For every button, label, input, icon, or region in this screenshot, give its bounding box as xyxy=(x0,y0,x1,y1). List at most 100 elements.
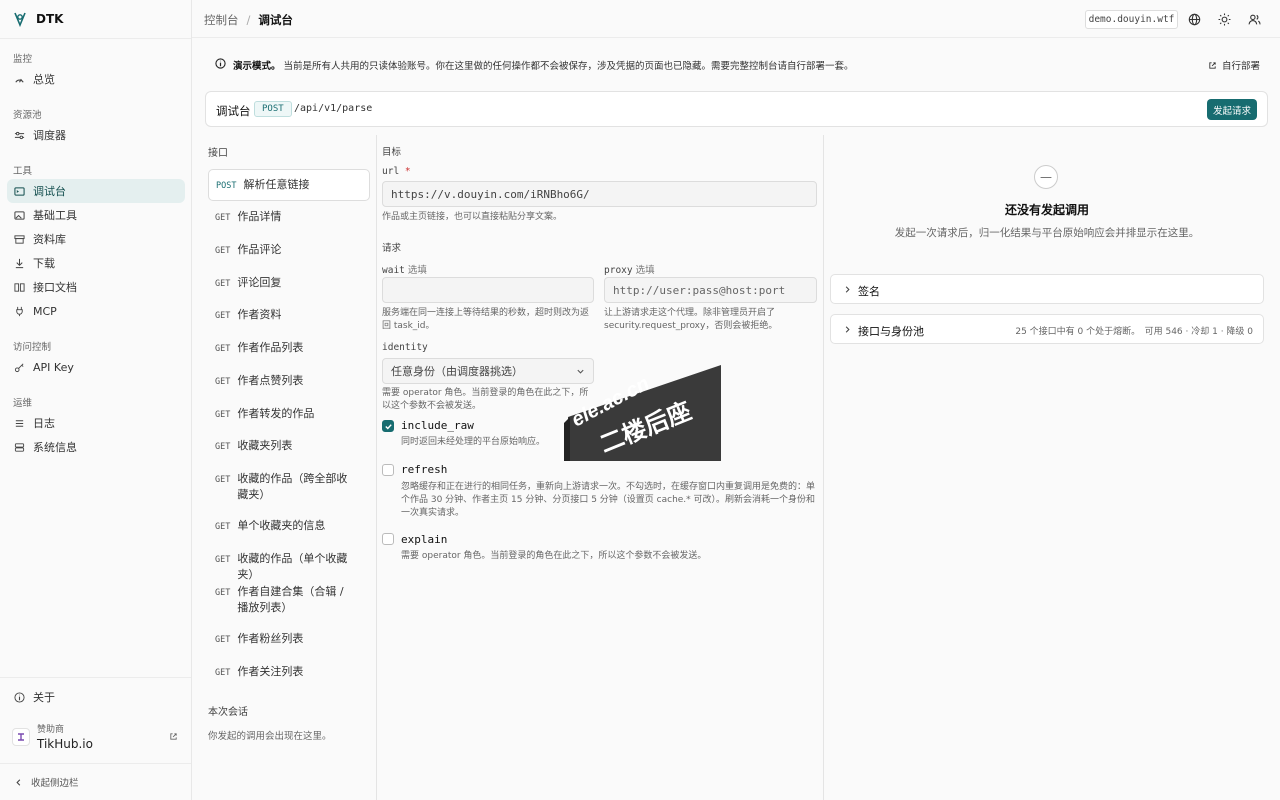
proxy-label: proxy 选填 xyxy=(604,262,655,276)
archive-icon xyxy=(14,234,25,244)
endpoint-method: GET xyxy=(215,279,231,289)
required-mark: * xyxy=(404,166,411,177)
sidebar-item-download[interactable]: 下载 xyxy=(7,251,185,275)
self-deploy-label: 自行部署 xyxy=(1221,61,1260,72)
endpoint-method: GET xyxy=(215,377,231,387)
endpoint-label: 评论回复 xyxy=(237,276,282,289)
download-icon xyxy=(15,258,24,268)
section-title-monitor: 监控 xyxy=(13,54,33,65)
endpoint-item-parse[interactable]: POST 解析任意链接 xyxy=(208,169,370,201)
endpoint-item[interactable]: GET 作者作品列表 xyxy=(208,340,370,357)
endpoint-item[interactable]: GET 收藏夹列表 xyxy=(208,438,370,455)
sidebar-item-about[interactable]: 关于 xyxy=(7,685,185,709)
sidebar-item-basic-tools[interactable]: 基础工具 xyxy=(7,203,185,227)
external-link-icon xyxy=(170,733,177,740)
sidebar-item-logs[interactable]: 日志 xyxy=(7,411,185,435)
endpoint-method: GET xyxy=(215,668,231,678)
url-help: 作品或主页链接，也可以直接粘贴分享文案。 xyxy=(382,212,563,222)
endpoint-label: 作品详情 xyxy=(237,210,282,223)
endpoint-item[interactable]: GET 作者转发的作品 xyxy=(208,406,370,423)
sidebar-item-library[interactable]: 资料库 xyxy=(7,227,185,251)
sponsor-card[interactable]: 赞助商 TikHub.io xyxy=(12,722,182,754)
globe-icon[interactable] xyxy=(1188,13,1201,26)
demo-banner: 演示模式。 当前是所有人共用的只读体验账号。你在这里做的任何操作都不会被保存，涉… xyxy=(205,55,1268,73)
endpoint-item[interactable]: GET 评论回复 xyxy=(208,275,370,292)
url-input[interactable]: https://v.douyin.com/iRNBho6G/ xyxy=(382,181,817,207)
endpoint-method: POST xyxy=(216,180,237,191)
endpoint-item[interactable]: GET 收藏的作品（单个收藏夹） xyxy=(208,551,370,583)
endpoint-item[interactable]: GET 作者资料 xyxy=(208,307,370,324)
signature-title: 签名 xyxy=(858,285,880,298)
pool-status: 25 个接口中有 0 个处于熔断。 可用 546 · 冷却 1 · 降级 0 xyxy=(1015,327,1253,337)
signature-accordion[interactable]: 签名 xyxy=(830,274,1264,304)
collapse-label: 收起侧边栏 xyxy=(31,778,79,789)
sun-icon[interactable] xyxy=(1218,13,1231,26)
sidebar-item-label: MCP xyxy=(33,304,57,318)
explain-checkbox[interactable] xyxy=(382,533,394,545)
endpoint-path: /api/v1/parse xyxy=(294,103,373,114)
wait-label-text: wait xyxy=(382,265,405,276)
endpoint-method: GET xyxy=(215,522,231,532)
endpoint-item[interactable]: GET 作者自建合集（合辑 / 播放列表） xyxy=(208,584,370,616)
endpoint-list-title: 接口 xyxy=(208,148,228,159)
endpoint-item[interactable]: GET 单个收藏夹的信息 xyxy=(208,518,370,535)
book-icon xyxy=(14,282,25,292)
wait-help: 服务端在同一连接上等待结果的秒数，超时则改为返回 task_id。 xyxy=(382,308,590,331)
endpoint-item[interactable]: GET 作者粉丝列表 xyxy=(208,631,370,648)
sidebar-item-console[interactable]: 调试台 xyxy=(7,179,185,203)
collapse-sidebar-button[interactable]: 收起侧边栏 xyxy=(14,775,79,789)
users-icon[interactable] xyxy=(1248,13,1261,26)
endpoint-item[interactable]: GET 作品评论 xyxy=(208,242,370,259)
explain-help: 需要 operator 角色。当前登录的角色在此之下，所以这个参数不会被发送。 xyxy=(401,551,707,561)
sidebar-item-label: 接口文档 xyxy=(33,281,77,294)
sidebar-item-system-info[interactable]: 系统信息 xyxy=(7,435,185,459)
endpoint-method: GET xyxy=(215,344,231,354)
check-icon xyxy=(384,423,392,430)
explain-label[interactable]: explain xyxy=(401,533,447,546)
endpoint-label: 收藏夹列表 xyxy=(237,439,293,452)
endpoint-method: GET xyxy=(215,246,231,256)
sidebar-item-mcp[interactable]: MCP xyxy=(7,299,185,323)
send-request-button[interactable]: 发起请求 xyxy=(1207,99,1257,120)
pool-accordion[interactable]: 接口与身份池 25 个接口中有 0 个处于熔断。 可用 546 · 冷却 1 ·… xyxy=(830,314,1264,344)
endpoint-label: 作者资料 xyxy=(237,308,282,321)
server-icon xyxy=(14,442,25,452)
include-raw-checkbox[interactable] xyxy=(382,420,394,432)
chevron-right-icon xyxy=(845,326,850,333)
wait-input[interactable] xyxy=(382,277,594,303)
chevron-right-icon xyxy=(845,286,850,293)
app-logo[interactable]: DTK xyxy=(12,10,63,28)
demo-banner-bold: 演示模式。 xyxy=(233,61,281,72)
sidebar-item-api-key[interactable]: API Key xyxy=(7,355,185,379)
sidebar-item-scheduler[interactable]: 调度器 xyxy=(7,123,185,147)
self-deploy-link[interactable]: 自行部署 xyxy=(1208,58,1260,72)
sidebar-item-label: 总览 xyxy=(33,73,55,86)
sidebar: DTK 监控 总览 资源池 调度器 工具 调试台 基础工具 资料库 下载 接口文… xyxy=(0,0,192,800)
sidebar-item-api-docs[interactable]: 接口文档 xyxy=(7,275,185,299)
info-icon xyxy=(215,58,226,69)
endpoint-method: GET xyxy=(215,442,231,452)
pool-title: 接口与身份池 xyxy=(858,325,924,338)
breadcrumb-dashboard[interactable]: 控制台 xyxy=(204,12,239,28)
endpoint-item[interactable]: GET 作品详情 xyxy=(208,209,370,226)
endpoint-item[interactable]: GET 收藏的作品（跨全部收藏夹） xyxy=(208,471,370,503)
domain-badge[interactable]: demo.douyin.wtf xyxy=(1085,10,1178,29)
refresh-label[interactable]: refresh xyxy=(401,463,447,476)
sidebar-item-label: 下载 xyxy=(33,257,55,270)
gauge-icon xyxy=(15,78,24,83)
include-raw-label[interactable]: include_raw xyxy=(401,419,474,432)
refresh-help: 忽略缓存和正在进行的相同任务，重新向上游请求一次。不勾选时，在缓存窗口内重复调用… xyxy=(401,482,816,518)
sidebar-item-overview[interactable]: 总览 xyxy=(7,67,185,91)
section-title-access: 访问控制 xyxy=(13,342,52,353)
endpoint-label: 单个收藏夹的信息 xyxy=(237,519,326,532)
endpoint-item[interactable]: GET 作者关注列表 xyxy=(208,664,370,681)
identity-select[interactable]: 任意身份（由调度器挑选） xyxy=(382,358,594,384)
proxy-input[interactable]: http://user:pass@host:port xyxy=(604,277,817,303)
sidebar-item-label: 系统信息 xyxy=(33,441,77,454)
refresh-checkbox[interactable] xyxy=(382,464,394,476)
proxy-label-text: proxy xyxy=(604,265,633,276)
endpoint-item[interactable]: GET 作者点赞列表 xyxy=(208,373,370,390)
endpoint-label: 作者自建合集（合辑 / 播放列表） xyxy=(237,585,344,614)
console-title: 调试台 xyxy=(216,104,251,118)
watermark-stamp: ele.ac.cn 二楼后座 xyxy=(564,365,721,461)
